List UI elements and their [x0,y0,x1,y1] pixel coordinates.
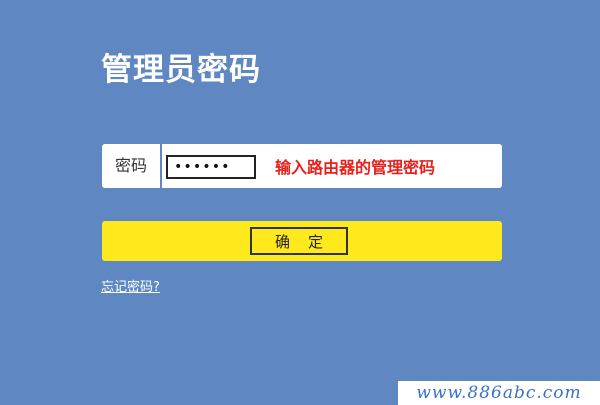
password-row: 密码 输入路由器的管理密码 [102,144,502,188]
password-label: 密码 [102,144,162,188]
watermark: www.886abc.com [398,381,600,405]
page-title: 管理员密码 [101,52,261,88]
password-hint: 输入路由器的管理密码 [275,158,436,177]
confirm-bar[interactable]: 确定 [102,221,502,261]
confirm-button[interactable]: 确定 [250,227,348,255]
password-input[interactable] [166,155,256,179]
forgot-password-link[interactable]: 忘记密码? [101,276,160,295]
